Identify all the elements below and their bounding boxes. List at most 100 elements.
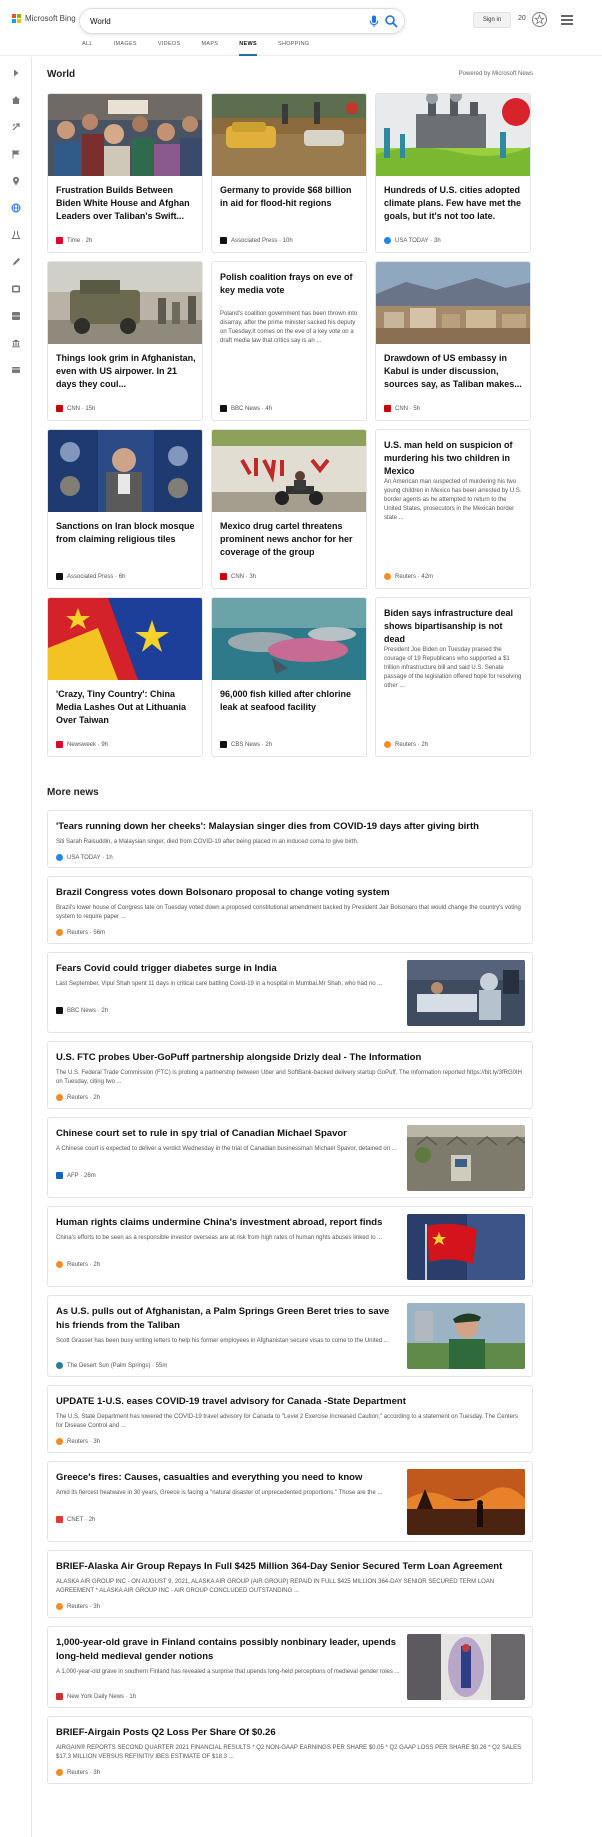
sports-icon[interactable] (9, 309, 23, 323)
news-source: Associated Press · 6h (56, 573, 125, 580)
tab-all[interactable]: ALL (82, 37, 93, 56)
news-source: Associated Press · 10h (220, 237, 293, 244)
source-logo-icon (56, 1094, 63, 1101)
source-logo-icon (384, 405, 391, 412)
news-source: Reuters · 3h (56, 1438, 100, 1445)
header: Microsoft Bing ALL IMAGES VIDEOS MAPS NE… (0, 0, 602, 56)
flag-icon[interactable] (9, 147, 23, 161)
news-item-title[interactable]: As U.S. pulls out of Afghanistan, a Palm… (56, 1305, 401, 1333)
news-card-title[interactable]: Germany to provide $68 billion in aid fo… (220, 184, 360, 210)
news-item-summary: Brazil's lower house of Congress late on… (56, 905, 521, 920)
news-item-title[interactable]: UPDATE 1-U.S. eases COVID-19 travel advi… (56, 1395, 526, 1409)
news-item-title[interactable]: BRIEF-Alaska Air Group Repays In Full $4… (56, 1560, 526, 1574)
news-card[interactable]: Biden says infrastructure deal shows bip… (375, 597, 531, 757)
news-source: Reuters · 3h (56, 1603, 100, 1610)
news-card-title[interactable]: Frustration Builds Between Biden White H… (56, 184, 196, 223)
news-source: The Desert Sun (Palm Springs) · 55m (56, 1362, 167, 1369)
news-card-title[interactable]: Mexico drug cartel threatens prominent n… (220, 520, 360, 559)
home-icon[interactable] (9, 93, 23, 107)
source-name: USA TODAY (67, 854, 101, 861)
news-card[interactable]: Drawdown of US embassy in Kabul is under… (375, 261, 531, 421)
left-nav-rail (0, 57, 32, 1837)
news-list-item[interactable]: Fears Covid could trigger diabetes surge… (47, 952, 533, 1033)
source-name: CNN (395, 405, 408, 412)
news-card[interactable]: 96,000 fish killed after chlorine leak a… (211, 597, 367, 757)
news-card[interactable]: Things look grim in Afghanistan, even wi… (47, 261, 203, 421)
science-icon[interactable] (9, 228, 23, 242)
news-item-title[interactable]: 'Tears running down her cheeks': Malaysi… (56, 820, 526, 834)
news-item-title[interactable]: 1,000-year-old grave in Finland contains… (56, 1636, 401, 1664)
rewards-count[interactable]: 20 (518, 15, 526, 22)
source-logo-icon (56, 1172, 63, 1179)
source-name: AFP (67, 1172, 79, 1179)
expand-icon[interactable] (9, 66, 23, 80)
news-card[interactable]: Mexico drug cartel threatens prominent n… (211, 429, 367, 589)
news-list-item[interactable]: BRIEF-Alaska Air Group Repays In Full $4… (47, 1550, 533, 1618)
news-card-title[interactable]: 96,000 fish killed after chlorine leak a… (220, 688, 360, 714)
news-list-item[interactable]: As U.S. pulls out of Afghanistan, a Palm… (47, 1295, 533, 1377)
news-card[interactable]: Frustration Builds Between Biden White H… (47, 93, 203, 253)
source-name: USA TODAY (395, 237, 429, 244)
news-item-title[interactable]: Fears Covid could trigger diabetes surge… (56, 962, 401, 976)
source-logo-icon (56, 929, 63, 936)
news-card-title[interactable]: U.S. man held on suspicion of murdering … (384, 439, 524, 478)
news-card[interactable]: Hundreds of U.S. cities adopted climate … (375, 93, 531, 253)
news-card-title[interactable]: Sanctions on Iran block mosque from clai… (56, 520, 196, 546)
source-name: Reuters (67, 1094, 89, 1101)
news-list-item[interactable]: Brazil Congress votes down Bolsonaro pro… (47, 876, 533, 944)
search-input[interactable] (90, 14, 310, 29)
news-card-title[interactable]: Polish coalition frays on eve of key med… (220, 271, 360, 297)
news-card[interactable]: 'Crazy, Tiny Country': China Media Lashe… (47, 597, 203, 757)
tab-news[interactable]: NEWS (239, 37, 257, 56)
news-card-title[interactable]: Things look grim in Afghanistan, even wi… (56, 352, 196, 391)
news-age: 2h (421, 741, 429, 748)
news-list-item[interactable]: Human rights claims undermine China's in… (47, 1206, 533, 1287)
news-item-title[interactable]: Human rights claims undermine China's in… (56, 1216, 401, 1230)
news-age: 1h (106, 854, 113, 861)
news-item-title[interactable]: Brazil Congress votes down Bolsonaro pro… (56, 886, 526, 900)
tab-shopping[interactable]: SHOPPING (278, 37, 309, 56)
tab-images[interactable]: IMAGES (114, 37, 137, 56)
source-name: BBC News (231, 405, 261, 412)
money-icon[interactable] (9, 336, 23, 350)
news-list-item[interactable]: UPDATE 1-U.S. eases COVID-19 travel advi… (47, 1385, 533, 1453)
news-card-title[interactable]: 'Crazy, Tiny Country': China Media Lashe… (56, 688, 196, 727)
location-icon[interactable] (9, 174, 23, 188)
news-card[interactable]: Germany to provide $68 billion in aid fo… (211, 93, 367, 253)
technology-icon[interactable] (9, 255, 23, 269)
news-list-item[interactable]: Greece's fires: Causes, casualties and e… (47, 1461, 533, 1542)
news-age: 9h (101, 741, 109, 748)
news-card-title[interactable]: Biden says infrastructure deal shows bip… (384, 607, 524, 646)
news-item-title[interactable]: BRIEF-Airgain Posts Q2 Loss Per Share Of… (56, 1726, 526, 1740)
news-list-item[interactable]: BRIEF-Airgain Posts Q2 Loss Per Share Of… (47, 1716, 533, 1784)
news-age: 10h (282, 237, 293, 244)
news-list-item[interactable]: U.S. FTC probes Uber-GoPuff partnership … (47, 1041, 533, 1109)
menu-icon[interactable] (561, 15, 573, 25)
news-list-item[interactable]: 1,000-year-old grave in Finland contains… (47, 1626, 533, 1708)
news-card-summary: An American man suspected of murdering h… (384, 479, 522, 521)
news-card-title[interactable]: Hundreds of U.S. cities adopted climate … (384, 184, 524, 223)
world-icon[interactable] (9, 201, 23, 215)
news-card[interactable]: Sanctions on Iran block mosque from clai… (47, 429, 203, 589)
news-list-item[interactable]: 'Tears running down her cheeks': Malaysi… (47, 810, 533, 868)
tab-maps[interactable]: MAPS (201, 37, 218, 56)
politics-icon[interactable] (9, 363, 23, 377)
news-item-title[interactable]: Greece's fires: Causes, casualties and e… (56, 1471, 401, 1485)
news-card-summary: Poland's coalition government has been t… (220, 311, 358, 344)
news-thumbnail-flood (212, 94, 366, 176)
search-icon[interactable] (384, 14, 398, 28)
news-list-item[interactable]: Chinese court set to rule in spy trial o… (47, 1117, 533, 1198)
news-item-title[interactable]: U.S. FTC probes Uber-GoPuff partnership … (56, 1051, 526, 1065)
recommended-icon[interactable] (9, 120, 23, 134)
microphone-icon[interactable] (368, 15, 380, 28)
entertainment-icon[interactable] (9, 282, 23, 296)
sign-in-button[interactable]: Sign in (473, 12, 511, 28)
news-item-title[interactable]: Chinese court set to rule in spy trial o… (56, 1127, 401, 1141)
news-card[interactable]: Polish coalition frays on eve of key med… (211, 261, 367, 421)
tab-videos[interactable]: VIDEOS (158, 37, 181, 56)
news-card-title[interactable]: Drawdown of US embassy in Kabul is under… (384, 352, 524, 391)
news-age: 2h (88, 1516, 96, 1523)
news-card[interactable]: U.S. man held on suspicion of murdering … (375, 429, 531, 589)
bing-logo[interactable]: Microsoft Bing (12, 14, 76, 23)
rewards-medal-icon[interactable] (531, 11, 548, 28)
